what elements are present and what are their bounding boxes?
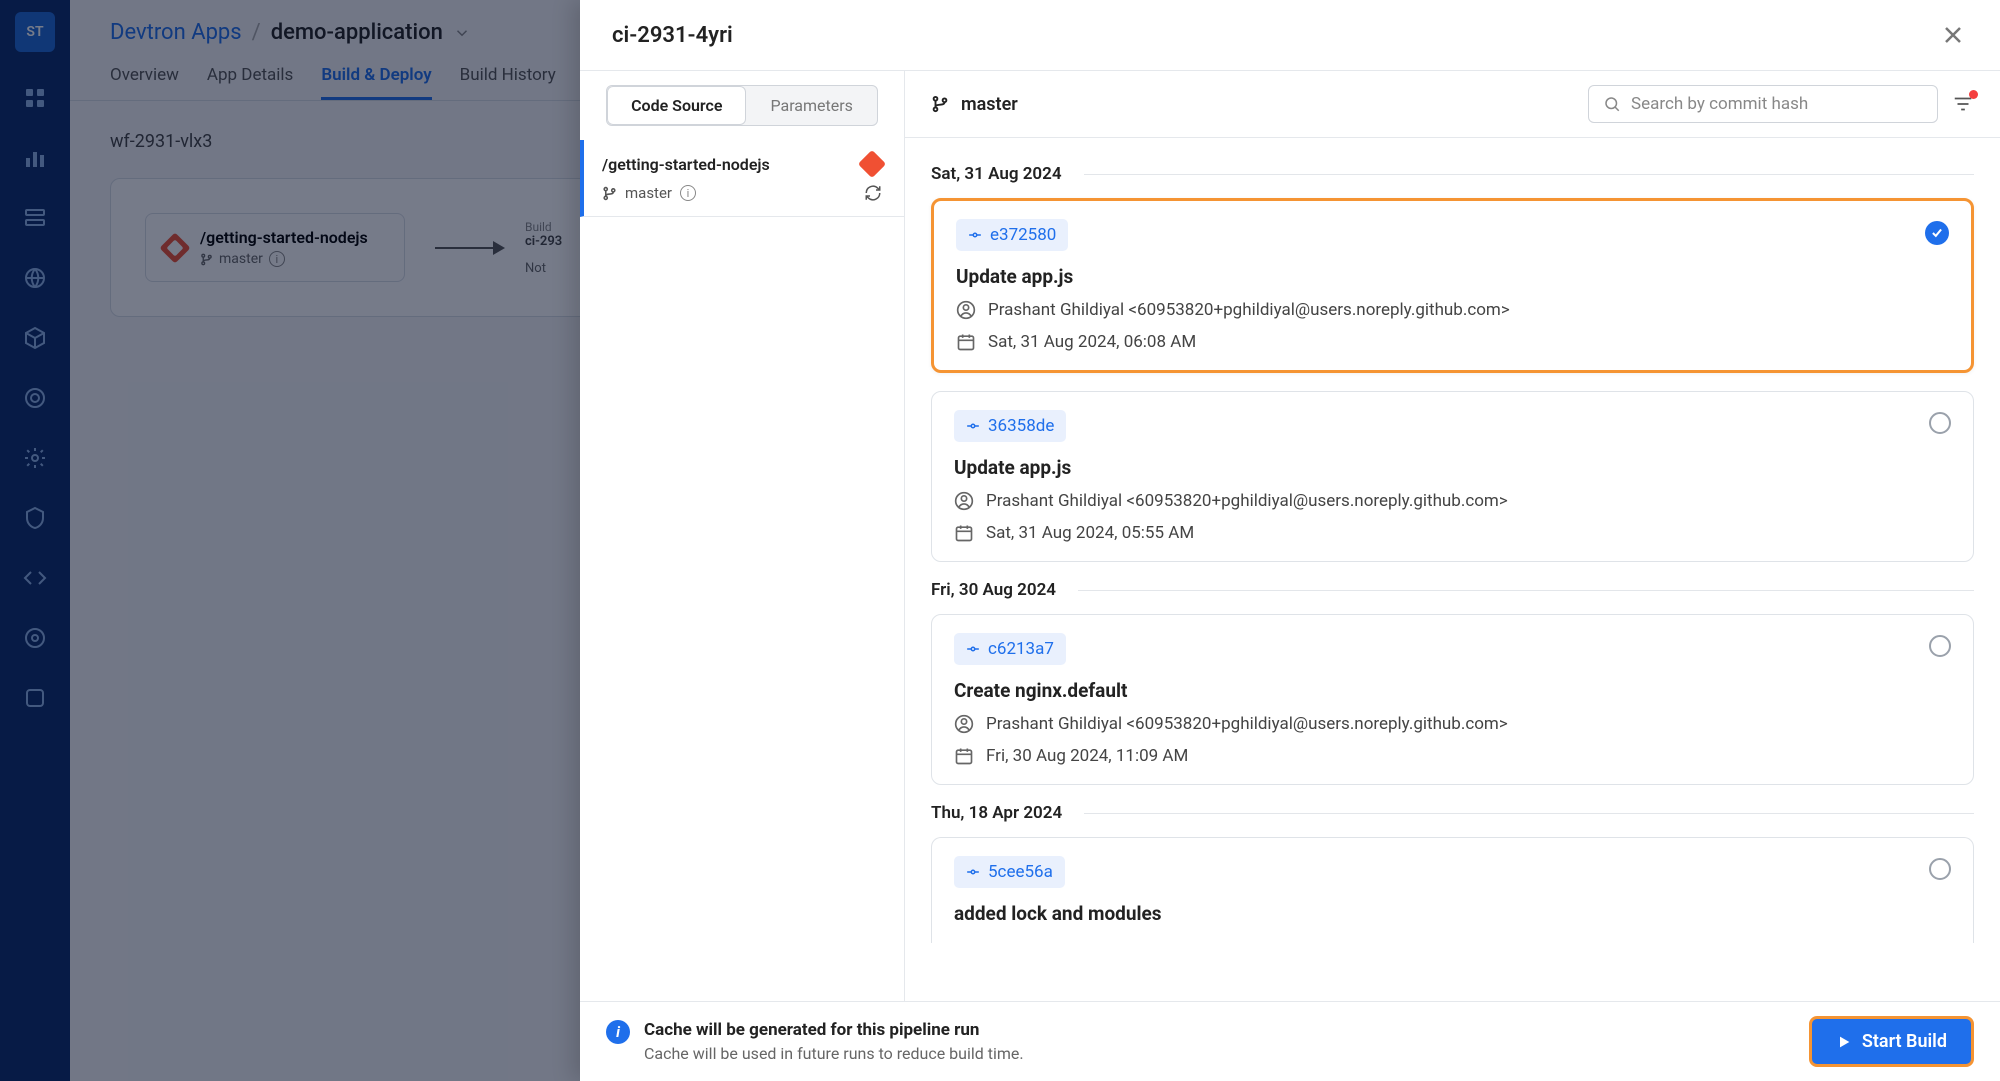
commits-list[interactable]: Sat, 31 Aug 2024 e372580 Update app.js P… — [905, 138, 2000, 1001]
user-icon — [954, 714, 974, 734]
commit-icon — [966, 419, 980, 433]
branch-heading: master — [931, 94, 1018, 115]
commit-hash-chip[interactable]: 5cee56a — [954, 856, 1065, 888]
user-icon — [954, 491, 974, 511]
build-drawer: ci-2931-4yri Code Source Parameters /get… — [580, 0, 2000, 1081]
source-tabs: Code Source Parameters — [606, 85, 878, 126]
date-divider: Thu, 18 Apr 2024 — [931, 803, 1974, 823]
date-divider: Fri, 30 Aug 2024 — [931, 580, 1974, 600]
drawer-title: ci-2931-4yri — [612, 23, 733, 48]
tab-parameters[interactable]: Parameters — [746, 86, 876, 125]
commit-hash-chip[interactable]: e372580 — [956, 219, 1068, 251]
refresh-button[interactable] — [864, 184, 882, 202]
calendar-icon — [954, 746, 974, 766]
commit-search-input[interactable]: Search by commit hash — [1588, 85, 1938, 123]
drawer-left-pane: Code Source Parameters /getting-started-… — [580, 71, 905, 1001]
filter-active-dot — [1969, 90, 1978, 99]
cache-info: i Cache will be generated for this pipel… — [606, 1020, 1024, 1063]
date-divider: Sat, 31 Aug 2024 — [931, 164, 1974, 184]
close-button[interactable] — [1938, 20, 1968, 50]
drawer-right-pane: master Search by commit hash Sat, — [905, 71, 2000, 1001]
play-icon — [1836, 1034, 1852, 1050]
commit-title: Update app.js — [954, 456, 1951, 479]
radio-unselected-icon[interactable] — [1929, 858, 1951, 880]
start-build-button[interactable]: Start Build — [1809, 1016, 1974, 1067]
commit-title: added lock and modules — [954, 902, 1951, 925]
filter-button[interactable] — [1952, 93, 1974, 115]
branch-icon — [602, 186, 617, 201]
commit-hash-chip[interactable]: 36358de — [954, 410, 1066, 442]
commit-card[interactable]: 5cee56a added lock and modules — [931, 837, 1974, 943]
git-icon — [858, 150, 886, 178]
radio-unselected-icon[interactable] — [1929, 635, 1951, 657]
commit-card[interactable]: e372580 Update app.js Prashant Ghildiyal… — [931, 198, 1974, 373]
radio-unselected-icon[interactable] — [1929, 412, 1951, 434]
repo-name: /getting-started-nodejs — [602, 155, 770, 174]
commit-card[interactable]: c6213a7 Create nginx.default Prashant Gh… — [931, 614, 1974, 785]
commit-icon — [968, 228, 982, 242]
info-icon[interactable]: i — [680, 185, 696, 201]
tab-code-source[interactable]: Code Source — [607, 86, 746, 125]
commit-card[interactable]: 36358de Update app.js Prashant Ghildiyal… — [931, 391, 1974, 562]
selected-check-icon — [1925, 221, 1949, 245]
calendar-icon — [954, 523, 974, 543]
commit-title: Create nginx.default — [954, 679, 1951, 702]
branch-icon — [931, 95, 949, 113]
user-icon — [956, 300, 976, 320]
commit-title: Update app.js — [956, 265, 1949, 288]
repo-item[interactable]: /getting-started-nodejs master i — [580, 140, 904, 217]
commit-hash-chip[interactable]: c6213a7 — [954, 633, 1066, 665]
search-icon — [1603, 95, 1621, 113]
calendar-icon — [956, 332, 976, 352]
commit-icon — [966, 642, 980, 656]
commit-icon — [966, 865, 980, 879]
info-icon: i — [606, 1020, 630, 1044]
